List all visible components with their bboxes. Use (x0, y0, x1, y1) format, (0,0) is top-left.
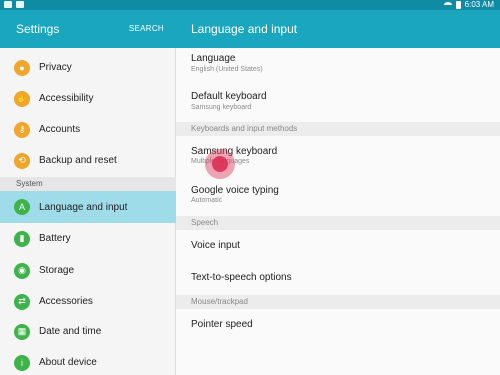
key-icon: ⚷ (14, 121, 30, 138)
sidebar-item-label: About device (39, 357, 97, 368)
privacy-icon: ● (14, 59, 30, 76)
language-setting[interactable]: Language English (United States) (176, 48, 500, 84)
settings-sidebar: ● Privacy ✋ Accessibility ⚷ Accounts ⟲ B… (0, 48, 176, 375)
section-keyboards: Keyboards and input methods (176, 122, 500, 136)
sidebar-item-language[interactable]: A Language and input (0, 191, 176, 223)
page-title: Language and input (191, 22, 298, 36)
section-mouse-trackpad: Mouse/trackpad (176, 295, 500, 309)
info-icon: i (14, 354, 30, 371)
sidebar-item-label: Accessibility (39, 93, 94, 104)
setting-title: Language (191, 53, 236, 64)
battery-icon: ▮ (14, 230, 30, 247)
backup-icon: ⟲ (14, 152, 30, 169)
google-voice-typing-setting[interactable]: Google voice typing Automatic (176, 176, 500, 212)
accessibility-icon: ✋ (14, 90, 30, 107)
setting-title: Voice input (191, 240, 240, 251)
touch-indicator (205, 149, 235, 179)
setting-title: Text-to-speech options (191, 272, 292, 283)
accessories-icon: ⇄ (14, 293, 30, 310)
language-input-panel: Language English (United States) Default… (176, 48, 500, 375)
sidebar-item-about[interactable]: i About device (0, 347, 176, 375)
calendar-icon: ▦ (14, 323, 30, 340)
settings-header: Settings SEARCH (0, 10, 176, 48)
setting-title: Google voice typing (191, 185, 279, 196)
section-speech: Speech (176, 216, 500, 230)
sidebar-item-label: Privacy (39, 62, 72, 73)
sidebar-item-date-time[interactable]: ▦ Date and time (0, 316, 176, 347)
status-bar: 6:03 AM (0, 0, 500, 10)
setting-subtitle: Automatic (191, 197, 223, 204)
sidebar-item-accessories[interactable]: ⇄ Accessories (0, 286, 176, 317)
search-button[interactable]: SEARCH (129, 24, 164, 33)
sidebar-item-label: Accessories (39, 296, 93, 307)
storage-icon: ◉ (14, 262, 30, 279)
sidebar-item-accessibility[interactable]: ✋ Accessibility (0, 83, 176, 114)
setting-title: Default keyboard (191, 91, 267, 102)
default-keyboard-setting[interactable]: Default keyboard Samsung keyboard (176, 85, 500, 121)
sidebar-item-storage[interactable]: ◉ Storage (0, 255, 176, 286)
sidebar-item-label: Language and input (39, 201, 128, 213)
sidebar-item-privacy[interactable]: ● Privacy (0, 52, 176, 83)
sidebar-item-label: Backup and reset (39, 155, 117, 166)
sidebar-item-accounts[interactable]: ⚷ Accounts (0, 114, 176, 145)
battery-icon (455, 1, 461, 9)
tts-options-setting[interactable]: Text-to-speech options (176, 263, 500, 295)
setting-subtitle: English (United States) (191, 66, 263, 73)
language-icon: A (14, 199, 30, 215)
sidebar-item-label: Battery (39, 233, 71, 244)
settings-title: Settings (16, 22, 60, 36)
sidebar-item-label: Date and time (39, 326, 102, 337)
sidebar-item-label: Storage (39, 265, 75, 276)
section-system: System (0, 177, 176, 191)
voice-input-setting[interactable]: Voice input (176, 231, 500, 263)
sidebar-item-battery[interactable]: ▮ Battery (0, 223, 176, 254)
setting-title: Samsung keyboard (191, 146, 278, 157)
clock: 6:03 AM (464, 0, 494, 9)
screenshot-icon (16, 1, 24, 8)
sidebar-item-label: Accounts (39, 124, 81, 135)
pointer-speed-setting[interactable]: Pointer speed (176, 310, 500, 342)
setting-title: Pointer speed (191, 319, 253, 330)
sidebar-item-backup[interactable]: ⟲ Backup and reset (0, 145, 176, 176)
setting-subtitle: Samsung keyboard (191, 104, 252, 111)
wifi-icon (443, 2, 452, 8)
detail-header: Language and input (176, 10, 500, 48)
download-icon (4, 1, 12, 8)
